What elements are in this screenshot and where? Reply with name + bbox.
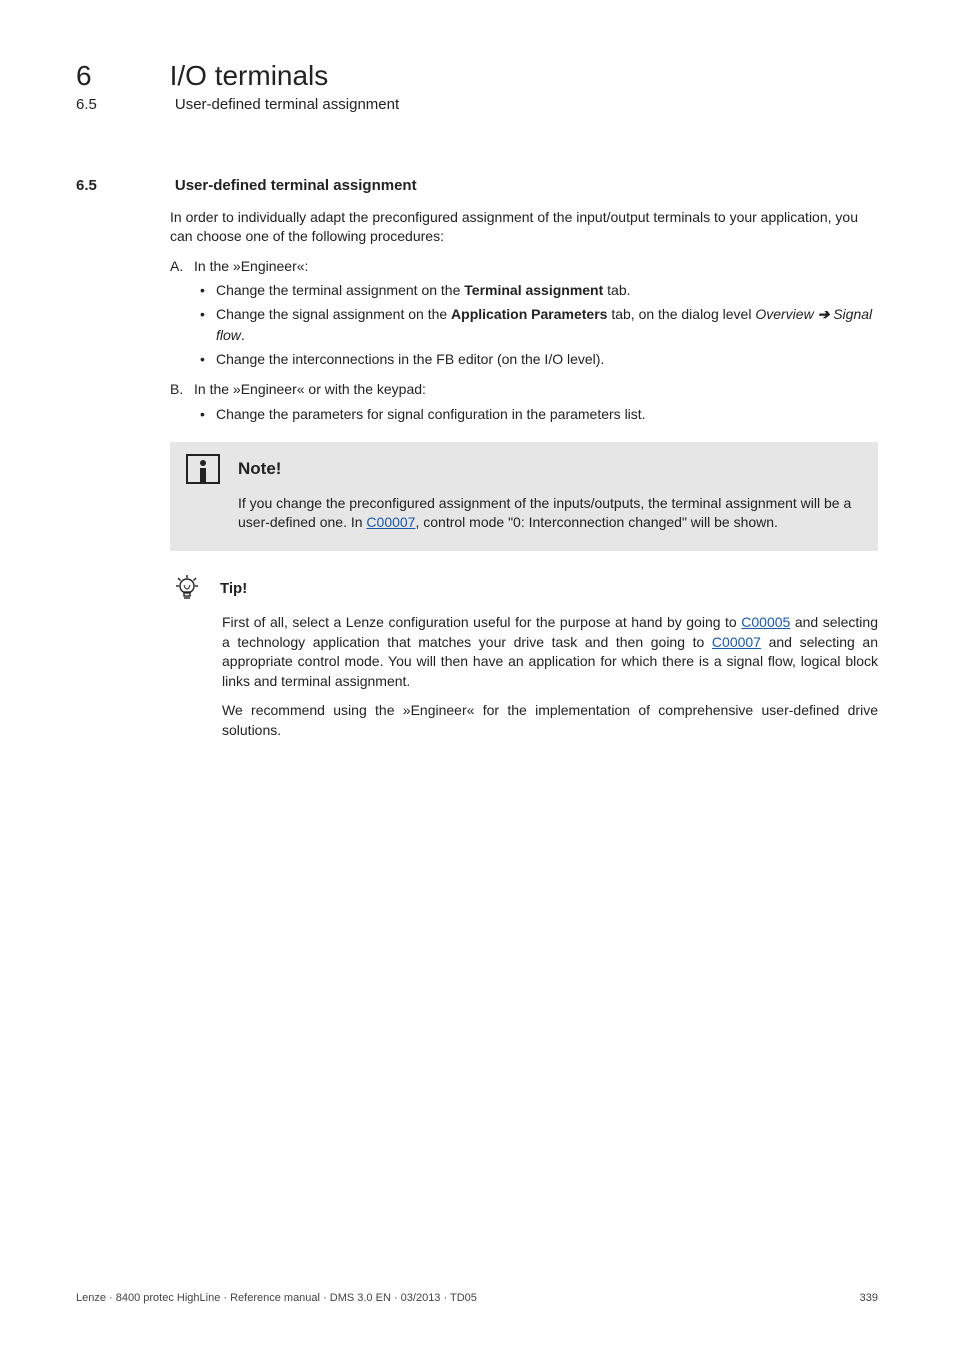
bullet-a3-text: Change the interconnections in the FB ed… [216,349,604,369]
list-letter-a: A. [170,256,188,276]
bullet-a3: • Change the interconnections in the FB … [200,349,878,369]
bullet-a2-post2: . [241,327,245,343]
section-number: 6.5 [76,177,97,194]
bullet-a2-italic1: Overview [755,306,813,322]
tip-p1-pre: First of all, select a Lenze configurati… [222,614,741,630]
bullet-dot-icon: • [200,304,208,345]
bullet-a2-bold: Application Parameters [451,306,607,322]
subheader-number: 6.5 [76,96,97,113]
chapter-title: I/O terminals [170,60,329,92]
tip-p2: We recommend using the »Engineer« for th… [222,701,878,740]
bullet-b1-text: Change the parameters for signal configu… [216,404,646,424]
bullet-a1-bold: Terminal assignment [464,282,603,298]
note-link-c00007[interactable]: C00007 [366,514,415,530]
section-header: 6.5 User-defined terminal assignment [76,177,878,194]
page-number: 339 [860,1292,878,1304]
note-title: Note! [238,459,281,479]
bullet-a2: • Change the signal assignment on the Ap… [200,304,878,345]
list-letter-b: B. [170,379,188,399]
bullet-a1-pre: Change the terminal assignment on the [216,282,464,298]
bullet-dot-icon: • [200,280,208,300]
bullet-dot-icon: • [200,349,208,369]
lightbulb-icon [170,573,204,603]
tip-link-c00005[interactable]: C00005 [741,614,790,630]
info-icon [186,454,220,484]
bullet-a2-post: tab, on the dialog level [607,306,755,322]
list-item-b: B. In the »Engineer« or with the keypad: [170,379,878,399]
tip-header: Tip! [170,573,878,603]
subheader-title: User-defined terminal assignment [175,96,399,113]
arrow-icon: ➔ [814,306,834,322]
list-text-a: In the »Engineer«: [194,256,308,276]
tip-body: First of all, select a Lenze configurati… [222,613,878,741]
tip-title: Tip! [220,580,247,597]
list-item-a: A. In the »Engineer«: [170,256,878,276]
chapter-header: 6 I/O terminals [76,60,878,92]
separator: _ _ _ _ _ _ _ _ _ _ _ _ _ _ _ _ _ _ _ _ … [76,141,878,143]
bullet-b1: • Change the parameters for signal confi… [200,404,878,424]
intro-paragraph: In order to individually adapt the preco… [170,208,878,246]
section-title: User-defined terminal assignment [175,177,417,194]
list-text-b: In the »Engineer« or with the keypad: [194,379,426,399]
footer-left: Lenze · 8400 protec HighLine · Reference… [76,1292,477,1304]
note-body: If you change the preconfigured assignme… [238,494,862,533]
bullet-dot-icon: • [200,404,208,424]
tip-link-c00007[interactable]: C00007 [712,634,761,650]
note-box: Note! If you change the preconfigured as… [170,442,878,551]
footer: Lenze · 8400 protec HighLine · Reference… [76,1292,878,1304]
bullet-a1: • Change the terminal assignment on the … [200,280,878,300]
bullet-a2-pre: Change the signal assignment on the [216,306,451,322]
subheader-row: 6.5 User-defined terminal assignment [76,96,878,113]
note-body-post: , control mode "0: Interconnection chang… [415,514,777,530]
bullet-a1-post: tab. [603,282,630,298]
chapter-number: 6 [76,60,92,92]
